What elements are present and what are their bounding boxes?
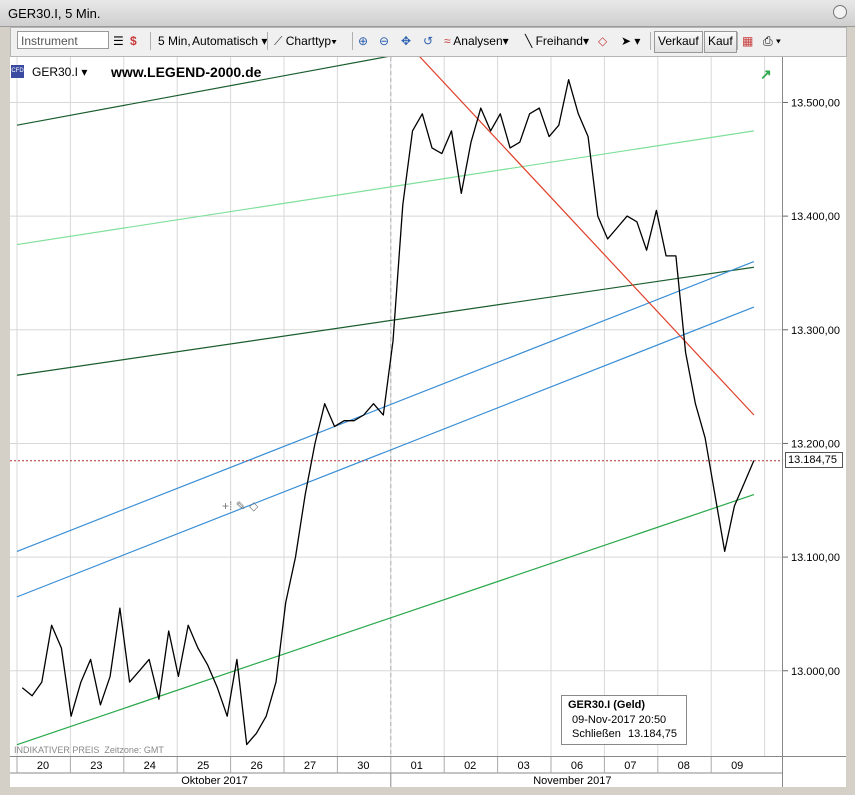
x-tick-label: 27 <box>304 760 316 772</box>
scale-label: Automatisch <box>192 34 259 48</box>
analysen-label: Analysen <box>453 34 503 48</box>
indicative-label: INDIKATIVER PREIS <box>14 745 100 755</box>
interval-select[interactable]: 5 Min, <box>158 31 191 51</box>
drawing-tools-icon[interactable]: +⁞ ✎ ◇ <box>222 499 258 513</box>
y-tick-label: 13.200,00 <box>791 438 840 450</box>
window-button-icon[interactable] <box>833 5 847 19</box>
x-tick-label: 06 <box>571 760 583 772</box>
y-axis-labels: 13.000,00 13.100,00 13.200,00 13.300,00 13.4… <box>783 97 840 678</box>
instrument-list-icon[interactable]: ☰ <box>113 31 124 51</box>
x-tick-label: 01 <box>411 760 423 772</box>
freihand-label: Freihand <box>535 34 583 48</box>
legend-website: www.LEGEND-2000.de <box>111 64 262 80</box>
current-price-tag: 13.184,75 <box>785 452 843 468</box>
interval-label: 5 Min, <box>158 34 191 48</box>
timezone-label: Zeitzone: GMT <box>104 745 164 755</box>
x-tick-label: 07 <box>624 760 636 772</box>
freihand-button[interactable]: ╲ Freihand▾ <box>525 31 589 51</box>
x-tick-label: 09 <box>731 760 743 772</box>
cursor-icon[interactable]: ➤ ▾ <box>621 31 640 51</box>
chevron-down-icon: ▾ <box>331 34 337 48</box>
x-axis: 20 23 24 25 26 27 30 01 02 03 06 07 08 09 Oktober 2017… <box>10 756 782 787</box>
window-title: GER30.I, 5 Min. <box>8 6 101 21</box>
price-series-line <box>21 79 755 746</box>
reset-icon[interactable]: ↺ <box>423 31 433 51</box>
axis-corner <box>782 756 846 787</box>
x-tick-label: 08 <box>678 760 690 772</box>
info-close-label: Schließen <box>572 728 621 740</box>
chart-settings-icon[interactable]: ▦ <box>742 31 753 51</box>
x-tick-label: 24 <box>144 760 156 772</box>
x-tick-label: 02 <box>464 760 476 772</box>
analysen-button[interactable]: ≈ Analysen▾ <box>444 31 509 51</box>
compare-icon[interactable]: $ <box>130 31 137 51</box>
y-tick-label: 13.100,00 <box>791 552 840 564</box>
x-tick-label: 03 <box>517 760 529 772</box>
print-icon[interactable]: ⎙ ▾ <box>763 31 781 51</box>
trendline <box>16 266 755 376</box>
chart-toolbar: Instrument ☰ $ 5 Min, Automatisch ▾ ⟋ Ch… <box>10 27 847 57</box>
zoom-in-icon[interactable]: ⊕ <box>358 31 368 51</box>
kauf-button[interactable]: Kauf <box>704 31 737 53</box>
chevron-down-icon: ▾ <box>502 34 509 48</box>
x-tick-label: 23 <box>90 760 102 772</box>
instrument-input[interactable]: Instrument <box>17 31 109 49</box>
charttype-button[interactable]: ⟋ Charttyp▾ <box>274 31 337 51</box>
legend-instrument[interactable]: GER30.I ▾ <box>32 65 87 79</box>
x-tick-label: 25 <box>197 760 209 772</box>
verkauf-button[interactable]: Verkauf <box>654 31 703 53</box>
info-datetime: 09-Nov-2017 20:50 <box>572 714 667 726</box>
analysis-icon: ≈ <box>444 34 451 48</box>
info-title: GER30.I (Geld) <box>568 699 646 711</box>
chevron-down-icon: ▾ <box>582 34 589 48</box>
trendline <box>419 57 755 416</box>
y-tick-label: 13.500,00 <box>791 97 840 109</box>
legend-instrument-label: GER30.I <box>32 65 79 79</box>
info-box: GER30.I (Geld) 09-Nov-2017 20:50 Schließ… <box>561 695 687 745</box>
trendline <box>16 306 755 598</box>
line-chart-icon: ⟋ <box>274 34 283 48</box>
scale-select[interactable]: Automatisch ▾ <box>192 31 267 51</box>
y-axis: 13.000,00 13.100,00 13.200,00 13.300,00 13.4… <box>782 57 846 756</box>
x-axis-labels: 20 23 24 25 26 27 30 01 02 03 06 07 08 09 Oktober 2017… <box>10 757 782 787</box>
month-label: Oktober 2017 <box>181 775 248 787</box>
charttype-label: Charttyp <box>285 34 332 48</box>
month-label: November 2017 <box>533 775 611 787</box>
cfd-badge-icon: CFD <box>11 65 24 78</box>
x-tick-label: 30 <box>357 760 369 772</box>
chart-area[interactable] <box>10 57 782 756</box>
window-titlebar: GER30.I, 5 Min. <box>0 0 855 27</box>
x-tick-label: 20 <box>37 760 49 772</box>
trendline <box>16 261 755 552</box>
eraser-icon[interactable]: ◇ <box>598 31 607 51</box>
y-tick-label: 13.400,00 <box>791 211 840 223</box>
x-tick-label: 26 <box>250 760 262 772</box>
y-tick-label: 13.000,00 <box>791 666 840 678</box>
trendline <box>16 130 755 246</box>
chevron-down-icon: ▾ <box>81 65 88 79</box>
trend-up-icon: ↗ <box>760 66 772 82</box>
footer-note: INDIKATIVER PREIS Zeitzone: GMT <box>14 745 164 755</box>
draw-line-icon: ╲ <box>525 34 533 48</box>
zoom-out-icon[interactable]: ⊖ <box>379 31 389 51</box>
info-close-value: 13.184,75 <box>628 728 677 740</box>
y-tick-label: 13.300,00 <box>791 325 840 337</box>
fit-icon[interactable]: ✥ <box>401 31 411 51</box>
price-chart <box>10 57 782 756</box>
